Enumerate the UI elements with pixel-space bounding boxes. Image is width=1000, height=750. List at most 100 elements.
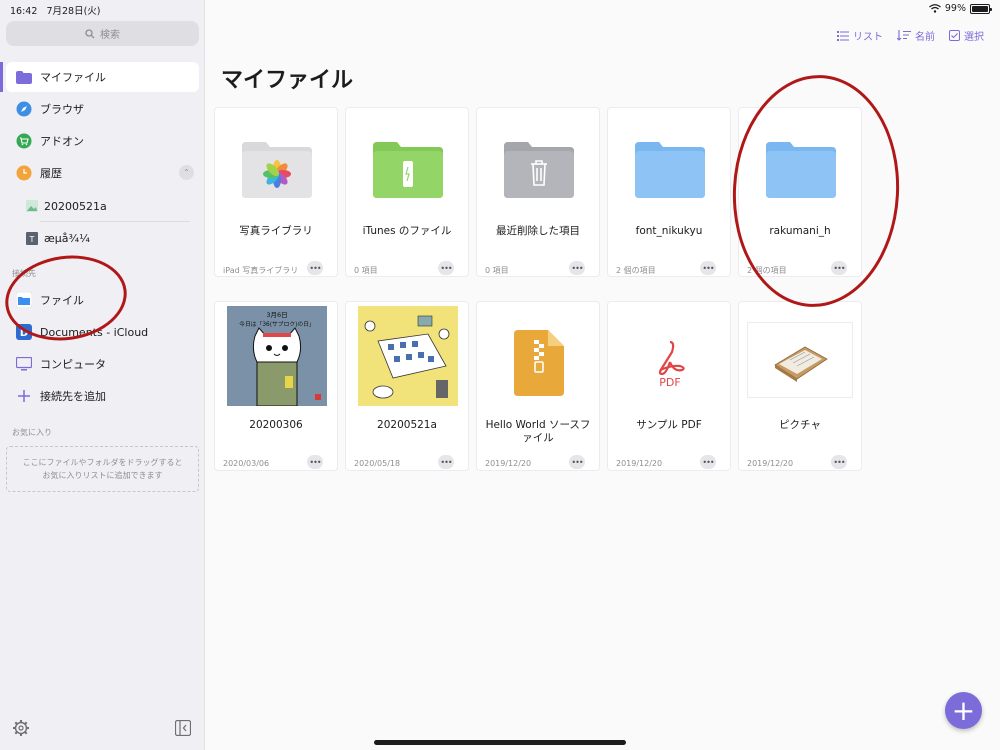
battery-fill bbox=[972, 5, 988, 12]
sort-label: 名前 bbox=[915, 32, 935, 43]
plus-icon bbox=[16, 388, 32, 404]
pdf-label: PDF bbox=[659, 376, 680, 388]
more-options-button[interactable]: ••• bbox=[569, 261, 585, 275]
file-item-itunes[interactable]: iTunes のファイル 0 項目 ••• bbox=[345, 107, 469, 277]
file-item-pictures[interactable]: ピクチャ 2019/12/20 ••• bbox=[738, 301, 862, 471]
computer-icon bbox=[16, 356, 32, 372]
page-title: マイファイル bbox=[221, 68, 354, 93]
file-item-20200521a[interactable]: 20200521a 2020/05/18 ••• bbox=[345, 301, 469, 471]
checkbox-icon bbox=[949, 30, 960, 41]
picture-thumbnail bbox=[747, 322, 853, 398]
sidebar-item-label: コンピュータ bbox=[40, 358, 106, 371]
list-icon bbox=[837, 30, 849, 41]
thumb-text-date: 3月6日 bbox=[266, 311, 287, 319]
more-options-button[interactable]: ••• bbox=[307, 455, 323, 469]
history-item-text[interactable]: T æµå¾¼ bbox=[22, 223, 192, 253]
more-options-button[interactable]: ••• bbox=[831, 455, 847, 469]
file-meta: iPad 写真ライブラリ bbox=[223, 266, 299, 275]
list-view-label: リスト bbox=[853, 32, 883, 43]
illustration-thumbnail bbox=[358, 306, 458, 406]
folder-icon bbox=[620, 124, 720, 214]
file-item-recently-deleted[interactable]: 最近削除した項目 0 項目 ••• bbox=[476, 107, 600, 277]
sort-icon bbox=[897, 30, 911, 41]
sort-button[interactable]: 名前 bbox=[897, 28, 935, 43]
wifi-icon bbox=[928, 4, 941, 13]
cart-icon bbox=[16, 133, 32, 149]
sidebar-item-addons[interactable]: アドオン bbox=[6, 126, 199, 156]
add-button[interactable]: + bbox=[945, 692, 982, 729]
file-item-font-nikukyu[interactable]: font_nikukyu 2 個の項目 ••• bbox=[607, 107, 731, 277]
divider bbox=[40, 221, 190, 222]
file-name: 20200306 bbox=[249, 419, 303, 431]
file-name: 写真ライブラリ bbox=[239, 225, 313, 237]
svg-text:T: T bbox=[29, 235, 35, 244]
sidebar-item-computer[interactable]: コンピュータ bbox=[6, 349, 199, 379]
image-icon bbox=[26, 200, 38, 212]
file-meta: 2019/12/20 bbox=[616, 459, 663, 468]
folder-icon bbox=[16, 69, 32, 85]
text-file-icon: T bbox=[26, 231, 38, 245]
history-item-20200521a[interactable]: 20200521a bbox=[22, 191, 192, 221]
home-indicator bbox=[374, 740, 626, 745]
status-time: 16:42 bbox=[10, 6, 38, 17]
search-icon bbox=[85, 28, 95, 38]
file-name: font_nikukyu bbox=[635, 225, 703, 237]
history-item-label: 20200521a bbox=[44, 199, 107, 213]
more-options-button[interactable]: ••• bbox=[438, 455, 454, 469]
sidebar-item-label: 接続先を追加 bbox=[40, 390, 106, 403]
file-name: iTunes のファイル bbox=[362, 225, 452, 237]
sidebar-item-label: アドオン bbox=[40, 135, 84, 148]
itunes-folder-icon bbox=[358, 124, 458, 214]
status-date: 7月28日(火) bbox=[46, 6, 101, 17]
gear-icon[interactable] bbox=[12, 719, 30, 737]
favorites-dropzone[interactable]: ここにファイルやフォルダをドラッグすると お気に入りリストに追加できます bbox=[6, 446, 199, 492]
file-item-sample-pdf[interactable]: PDF サンプル PDF 2019/12/20 ••• bbox=[607, 301, 731, 471]
file-name: ピクチャ bbox=[779, 419, 821, 431]
pdf-icon: PDF bbox=[620, 318, 720, 408]
select-label: 選択 bbox=[964, 32, 984, 43]
file-item-photo-library[interactable]: 写真ライブラリ iPad 写真ライブラリ ••• bbox=[214, 107, 338, 277]
main-content: 99% リスト 名前 選択 マイファイル 写真ライブラリ iPad 写真ライブラ… bbox=[205, 0, 1000, 750]
file-item-hello-world-source[interactable]: Hello World ソースファイル 2019/12/20 ••• bbox=[476, 301, 600, 471]
sidebar-item-history[interactable]: 履歴 ⌃ bbox=[6, 158, 199, 188]
file-meta: 2 個の項目 bbox=[616, 266, 656, 275]
file-name: 20200521a bbox=[377, 419, 437, 431]
sidebar-item-add-connection[interactable]: 接続先を追加 bbox=[6, 381, 199, 411]
more-options-button[interactable]: ••• bbox=[700, 455, 716, 469]
sidebar-item-label: 履歴 bbox=[40, 167, 62, 180]
select-button[interactable]: 選択 bbox=[949, 28, 984, 43]
file-meta: 2020/03/06 bbox=[223, 459, 270, 468]
battery-percent: 99% bbox=[944, 3, 966, 14]
file-meta: 0 項目 bbox=[354, 266, 378, 275]
file-meta: 2020/05/18 bbox=[354, 459, 401, 468]
sidebar-item-browser[interactable]: ブラウザ bbox=[6, 94, 199, 124]
sidebar-collapse-icon[interactable] bbox=[175, 720, 191, 736]
history-item-label: æµå¾¼ bbox=[44, 231, 90, 245]
status-time-date: 16:42 7月28日(火) bbox=[10, 3, 101, 17]
clock-icon bbox=[16, 165, 32, 181]
more-options-button[interactable]: ••• bbox=[307, 261, 323, 275]
search-placeholder: 検索 bbox=[100, 30, 120, 41]
sidebar-item-my-files[interactable]: マイファイル bbox=[0, 62, 199, 92]
cat-image-thumbnail: 3月6日 今日は「36(サブロク)の日」 bbox=[227, 306, 327, 406]
more-options-button[interactable]: ••• bbox=[569, 455, 585, 469]
status-bar-right: 99% bbox=[928, 3, 992, 14]
sidebar-item-label: ブラウザ bbox=[40, 103, 84, 116]
more-options-button[interactable]: ••• bbox=[700, 261, 716, 275]
sidebar: 16:42 7月28日(火) 検索 マイファイル ブラウザ アドオン 履歴 ⌃ … bbox=[0, 0, 205, 750]
list-view-button[interactable]: リスト bbox=[837, 28, 883, 43]
chevron-up-icon[interactable]: ⌃ bbox=[179, 165, 194, 180]
file-item-20200306[interactable]: 3月6日 今日は「36(サブロク)の日」 20200306 2020/03/06… bbox=[214, 301, 338, 471]
thumb-text-caption: 今日は「36(サブロク)の日」 bbox=[239, 320, 315, 328]
battery-icon bbox=[970, 3, 992, 14]
file-meta: 0 項目 bbox=[485, 266, 509, 275]
more-options-button[interactable]: ••• bbox=[438, 261, 454, 275]
file-meta: 2019/12/20 bbox=[747, 459, 794, 468]
compass-icon bbox=[16, 101, 32, 117]
photos-folder-icon bbox=[227, 124, 327, 214]
search-input[interactable]: 検索 bbox=[6, 21, 199, 46]
file-name: 最近削除した項目 bbox=[496, 225, 580, 237]
sidebar-item-label: マイファイル bbox=[40, 71, 106, 84]
file-meta: 2019/12/20 bbox=[485, 459, 532, 468]
favorites-hint: ここにファイルやフォルダをドラッグすると お気に入りリストに追加できます bbox=[22, 458, 183, 480]
